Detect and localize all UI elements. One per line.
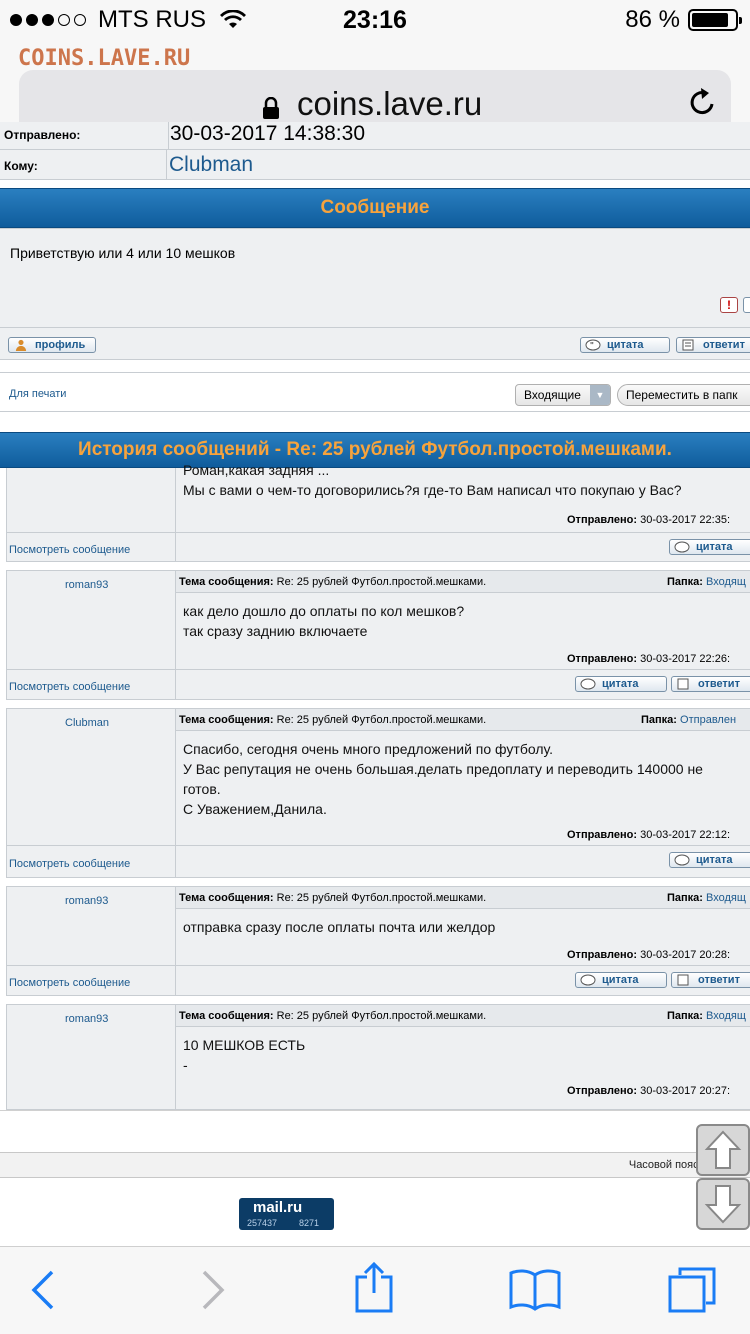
report-icon[interactable]: ! bbox=[720, 297, 738, 313]
reply-button[interactable]: ответит bbox=[671, 972, 750, 988]
battery-icon bbox=[688, 9, 742, 31]
folder-actions: Для печати Входящие ▼ Переместить в папк bbox=[0, 372, 750, 412]
history-list: Роман,какая задняя ... Мы с вами о чем-т… bbox=[0, 462, 750, 1110]
browser-toolbar bbox=[0, 1246, 750, 1334]
sent-label: Отправлено: bbox=[4, 128, 81, 142]
quote-button[interactable]: цитата bbox=[575, 972, 667, 988]
quote-button[interactable]: " цитата bbox=[580, 337, 670, 353]
history-entry: roman93 Тема сообщения: Re: 25 рублей Фу… bbox=[6, 1004, 750, 1110]
sent-value: 30-03-2017 14:38:30 bbox=[170, 122, 365, 145]
scroll-up-button[interactable] bbox=[696, 1124, 750, 1176]
entry-actions: Посмотреть сообщение цитата ответит bbox=[6, 966, 750, 996]
view-message-link[interactable]: Посмотреть сообщение bbox=[9, 681, 130, 693]
folder-select[interactable]: Входящие ▼ bbox=[515, 384, 611, 406]
tabs-icon[interactable] bbox=[666, 1265, 718, 1315]
message-title: Сообщение bbox=[0, 188, 750, 228]
history-entry: Роман,какая задняя ... Мы с вами о чем-т… bbox=[6, 462, 750, 532]
reply-icon bbox=[682, 339, 694, 351]
entry-date: Отправлено: 30-03-2017 22:26: bbox=[567, 653, 731, 665]
entry-subject: Тема сообщения: Re: 25 рублей Футбол.про… bbox=[179, 714, 487, 726]
quote-icon bbox=[674, 854, 690, 866]
site-logo: COINS.LAVE.RU bbox=[18, 46, 191, 71]
quote-button[interactable]: цитата bbox=[669, 539, 750, 555]
mailru-counter[interactable]: mail.ru 257437 8271 bbox=[239, 1198, 334, 1230]
arrow-down-icon bbox=[704, 1185, 742, 1224]
share-icon[interactable] bbox=[354, 1261, 394, 1313]
user-icon bbox=[15, 339, 27, 351]
entry-date: Отправлено: 30-03-2017 20:28: bbox=[567, 949, 731, 961]
entry-actions: Посмотреть сообщение цитата bbox=[6, 532, 750, 562]
entry-actions: Посмотреть сообщение цитата bbox=[6, 846, 750, 878]
entry-text: Спасибо, сегодня очень много предложений… bbox=[183, 741, 703, 817]
view-message-link[interactable]: Посмотреть сообщение bbox=[9, 977, 130, 989]
lock-icon bbox=[263, 97, 279, 119]
entry-folder: Папка: Входящ bbox=[667, 1010, 746, 1022]
history-entry: roman93 Тема сообщения: Re: 25 рублей Фу… bbox=[6, 570, 750, 671]
arrow-up-icon bbox=[704, 1130, 742, 1169]
reply-icon bbox=[677, 678, 689, 690]
quote-icon bbox=[580, 678, 596, 690]
entry-text: отправка сразу после оплаты почта или же… bbox=[183, 919, 496, 935]
quote-icon bbox=[674, 541, 690, 553]
author-link[interactable]: roman93 bbox=[65, 895, 108, 907]
entry-subject: Тема сообщения: Re: 25 рублей Футбол.про… bbox=[179, 1010, 487, 1022]
reply-button[interactable]: ответит bbox=[676, 337, 750, 353]
message-actions: профиль " цитата ответит bbox=[0, 328, 750, 360]
battery-percent: 86 % bbox=[625, 6, 680, 33]
author-link[interactable]: roman93 bbox=[65, 1013, 108, 1025]
history-entry: roman93 Тема сообщения: Re: 25 рублей Фу… bbox=[6, 886, 750, 967]
entry-subject: Тема сообщения: Re: 25 рублей Футбол.про… bbox=[179, 576, 487, 588]
entry-actions: Посмотреть сообщение цитата ответит bbox=[6, 670, 750, 700]
entry-text: как дело дошло до оплаты по кол мешков? … bbox=[183, 603, 465, 639]
entry-date: Отправлено: 30-03-2017 22:35: bbox=[567, 514, 731, 526]
move-to-folder-button[interactable]: Переместить в папк bbox=[617, 384, 750, 406]
svg-text:": " bbox=[590, 341, 594, 350]
sent-row: Отправлено: 30-03-2017 14:38:30 bbox=[0, 122, 750, 150]
chevron-down-icon: ▼ bbox=[590, 385, 610, 405]
extra-icon[interactable] bbox=[743, 297, 750, 313]
quote-icon bbox=[580, 974, 596, 986]
recipient-link[interactable]: Clubman bbox=[169, 153, 253, 177]
page-content: Отправлено: 30-03-2017 14:38:30 Кому: Cl… bbox=[0, 122, 750, 1110]
author-link[interactable]: roman93 bbox=[65, 579, 108, 591]
print-link[interactable]: Для печати bbox=[9, 388, 66, 400]
view-message-link[interactable]: Посмотреть сообщение bbox=[9, 544, 130, 556]
bookmarks-icon[interactable] bbox=[508, 1267, 562, 1311]
quote-icon: " bbox=[585, 339, 601, 351]
to-label: Кому: bbox=[4, 159, 38, 173]
quote-button[interactable]: цитата bbox=[669, 852, 750, 868]
history-entry: Clubman Тема сообщения: Re: 25 рублей Фу… bbox=[6, 708, 750, 847]
entry-folder: Папка: Входящ bbox=[667, 576, 746, 588]
entry-folder: Папка: Входящ bbox=[667, 892, 746, 904]
view-message-link[interactable]: Посмотреть сообщение bbox=[9, 858, 130, 870]
status-bar: MTS RUS 23:16 86 % bbox=[0, 0, 750, 40]
quote-button[interactable]: цитата bbox=[575, 676, 667, 692]
timezone-row: Часовой пояс: UTC + 3 bbox=[0, 1152, 750, 1178]
entry-text: 10 МЕШКОВ ЕСТЬ - bbox=[183, 1037, 306, 1073]
back-icon[interactable] bbox=[30, 1269, 56, 1311]
forward-icon[interactable] bbox=[200, 1269, 226, 1311]
url-text: coins.lave.ru bbox=[297, 85, 483, 122]
reply-icon bbox=[677, 974, 689, 986]
to-row: Кому: Clubman bbox=[0, 150, 750, 180]
message-body: Приветствую или 4 или 10 мешков ! bbox=[0, 228, 750, 328]
author-link[interactable]: Clubman bbox=[65, 717, 109, 729]
entry-text: Роман,какая задняя ... Мы с вами о чем-т… bbox=[183, 462, 682, 498]
scroll-down-button[interactable] bbox=[696, 1178, 750, 1230]
entry-subject: Тема сообщения: Re: 25 рублей Футбол.про… bbox=[179, 892, 487, 904]
reload-icon[interactable] bbox=[687, 86, 717, 118]
page-footer bbox=[0, 1110, 750, 1152]
browser-chrome: coins.lave.ru COINS.LAVE.RU bbox=[0, 40, 750, 140]
reply-button[interactable]: ответит bbox=[671, 676, 750, 692]
profile-button[interactable]: профиль bbox=[8, 337, 96, 353]
entry-date: Отправлено: 30-03-2017 20:27: bbox=[567, 1085, 731, 1097]
entry-folder: Папка: Отправлен bbox=[641, 714, 737, 726]
entry-date: Отправлено: 30-03-2017 22:12: bbox=[567, 829, 731, 841]
message-text: Приветствую или 4 или 10 мешков bbox=[10, 245, 236, 261]
